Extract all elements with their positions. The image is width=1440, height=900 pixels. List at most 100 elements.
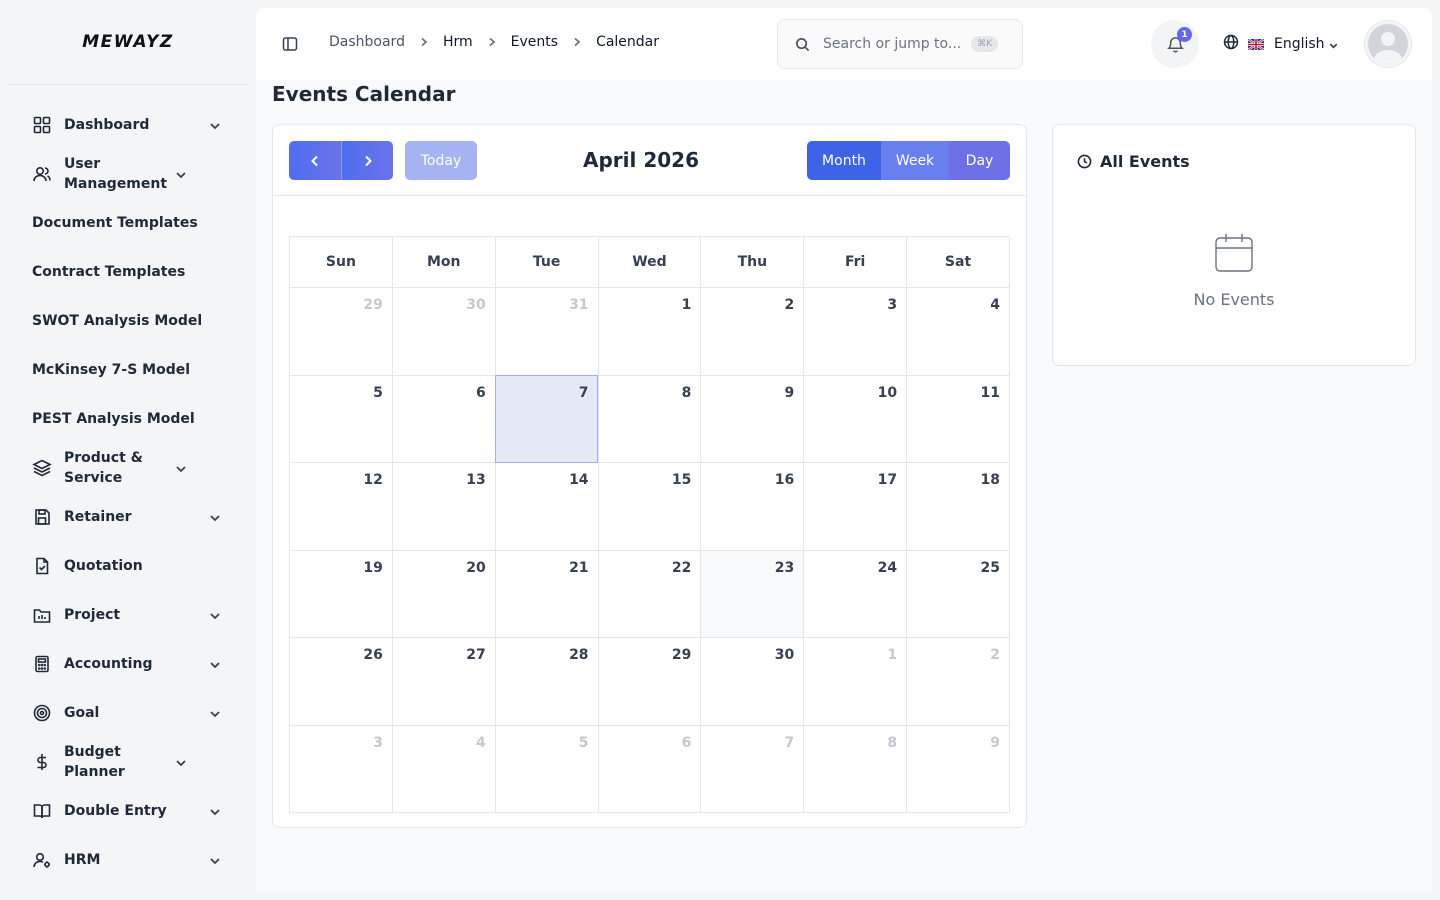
breadcrumb-item[interactable]: Hrm (443, 34, 473, 50)
sidebar-item-label: Product & Service (64, 449, 143, 486)
calendar-day-cell[interactable]: 16 (700, 462, 805, 551)
calendar-day-cell-today[interactable]: 7 (494, 374, 599, 463)
calendar-day-cell[interactable]: 8 (803, 724, 908, 813)
calendar-day-cell[interactable]: 9 (700, 374, 805, 463)
calendar-day-cell[interactable]: 25 (906, 549, 1010, 638)
calendar-day-cell[interactable]: 2 (906, 637, 1010, 726)
search-box[interactable]: Search or jump to... ⌘K (777, 19, 1023, 69)
calendar-icon (1212, 231, 1256, 279)
sidebar-item-hrm[interactable]: HRM (0, 835, 256, 884)
language-label: English (1274, 36, 1325, 52)
day-number: 14 (569, 472, 589, 488)
calendar-day-cell[interactable]: 6 (597, 724, 702, 813)
calendar-day-cell[interactable]: 30 (391, 287, 496, 376)
calendar-day-cell[interactable]: 7 (700, 724, 805, 813)
brand-logo[interactable]: MEWAYZ (8, 0, 248, 85)
calendar-day-cell[interactable]: 8 (597, 374, 702, 463)
calendar-day-cell[interactable]: 24 (803, 549, 908, 638)
logo-text: MEWAYZ (82, 32, 174, 52)
sidebar-item-retainer[interactable]: Retainer (0, 492, 256, 541)
calendar-day-cell[interactable]: 4 (391, 724, 496, 813)
events-empty-state: No Events (1053, 231, 1415, 309)
calendar-day-cell[interactable]: 5 (289, 374, 393, 463)
calendar-day-cell[interactable]: 31 (494, 287, 599, 376)
day-number: 21 (569, 559, 589, 576)
search-shortcut: ⌘K (971, 36, 999, 52)
calendar-day-cell[interactable]: 14 (494, 462, 599, 551)
breadcrumb-item[interactable]: Dashboard (329, 34, 405, 50)
notification-badge: 1 (1177, 27, 1192, 42)
breadcrumb-item[interactable]: Events (511, 34, 558, 50)
day-number: 4 (475, 734, 486, 751)
calendar-day-cell[interactable]: 11 (906, 374, 1010, 463)
weekday-header: Tue (494, 236, 599, 288)
chevron-down-icon (174, 755, 188, 769)
calendar-day-cell[interactable]: 29 (289, 287, 393, 376)
user-avatar[interactable] (1364, 20, 1412, 68)
calendar-day-cell[interactable]: 1 (597, 287, 702, 376)
calendar-day-cell[interactable]: 12 (289, 462, 393, 551)
sidebar-item-user-management[interactable]: User Management (0, 149, 256, 198)
sidebar-item-goal[interactable]: Goal (0, 688, 256, 737)
calendar-day-cell[interactable]: 26 (289, 637, 393, 726)
day-number: 12 (363, 472, 383, 488)
prev-month-button[interactable] (289, 141, 341, 180)
next-month-button[interactable] (341, 141, 393, 180)
sidebar-item-accounting[interactable]: Accounting (0, 639, 256, 688)
calendar-day-cell[interactable]: 13 (391, 462, 496, 551)
sidebar-item-product-service[interactable]: Product & Service (0, 443, 256, 492)
calendar-day-cell[interactable]: 3 (289, 724, 393, 813)
weekday-header: Thu (700, 236, 805, 288)
sidebar-item-pest-analysis-model[interactable]: PEST Analysis Model (0, 394, 256, 443)
breadcrumb-item: Calendar (596, 34, 660, 50)
calendar-day-cell[interactable]: 17 (803, 462, 908, 551)
day-number: 2 (784, 297, 795, 313)
sidebar-item-swot-analysis-model[interactable]: SWOT Analysis Model (0, 296, 256, 345)
calendar-day-cell[interactable]: 21 (494, 549, 599, 638)
calendar-day-cell[interactable]: 9 (906, 724, 1010, 813)
calendar-day-cell[interactable]: 5 (494, 724, 599, 813)
calendar-day-cell[interactable]: 29 (597, 637, 702, 726)
view-month-button[interactable]: Month (807, 141, 881, 180)
sidebar-item-double-entry[interactable]: Double Entry (0, 786, 256, 835)
sidebar-item-dashboard[interactable]: Dashboard (0, 100, 256, 149)
day-number: 16 (774, 472, 795, 488)
calendar-day-cell[interactable]: 28 (494, 637, 599, 726)
calendar-day-cell[interactable]: 27 (391, 637, 496, 726)
calendar-day-cell[interactable]: 19 (289, 549, 393, 638)
calendar-week-row: 26 27 28 29 30 1 2 (289, 637, 1010, 726)
sidebar-item-label: User Management (64, 155, 168, 192)
sidebar-item-budget-planner[interactable]: Budget Planner (0, 737, 256, 786)
sidebar-item-project[interactable]: Project (0, 590, 256, 639)
calendar-day-cell[interactable]: 30 (700, 637, 805, 726)
calendar-day-cell[interactable]: 15 (597, 462, 702, 551)
day-number: 24 (877, 559, 898, 576)
sidebar-item-mckinsey-7-s-model[interactable]: McKinsey 7-S Model (0, 345, 256, 394)
calendar-day-cell[interactable]: 10 (803, 374, 908, 463)
sidebar-item-document-templates[interactable]: Document Templates (0, 198, 256, 247)
notifications-button[interactable]: 1 (1151, 20, 1199, 68)
calendar-day-cell[interactable]: 20 (391, 549, 496, 638)
view-day-button[interactable]: Day (949, 141, 1010, 180)
sidebar-item-quotation[interactable]: Quotation (0, 541, 256, 590)
calendar-day-cell[interactable]: 23 (700, 549, 805, 638)
language-selector[interactable]: English (1223, 34, 1339, 54)
search-placeholder: Search or jump to... (823, 36, 962, 52)
file-check-icon (32, 556, 52, 576)
sidebar-toggle-icon[interactable] (282, 36, 298, 52)
weekday-header: Wed (597, 236, 702, 288)
calendar-day-cell[interactable]: 4 (906, 287, 1010, 376)
calendar-day-cell[interactable]: 2 (700, 287, 805, 376)
calendar-day-cell[interactable]: 3 (803, 287, 908, 376)
calendar-day-cell[interactable]: 1 (803, 637, 908, 726)
sidebar-item-contract-templates[interactable]: Contract Templates (0, 247, 256, 296)
today-button[interactable]: Today (405, 141, 477, 180)
layers-icon (32, 458, 52, 478)
calendar-day-cell[interactable]: 18 (906, 462, 1010, 551)
no-events-text: No Events (1193, 290, 1275, 309)
view-week-button[interactable]: Week (881, 141, 949, 180)
calendar-day-cell[interactable]: 22 (597, 549, 702, 638)
calendar-day-cell[interactable]: 6 (391, 374, 496, 463)
calendar-toolbar: Today April 2026 Month Week Day (273, 125, 1026, 196)
calendar-week-row: 12 13 14 15 16 17 18 (289, 462, 1010, 551)
